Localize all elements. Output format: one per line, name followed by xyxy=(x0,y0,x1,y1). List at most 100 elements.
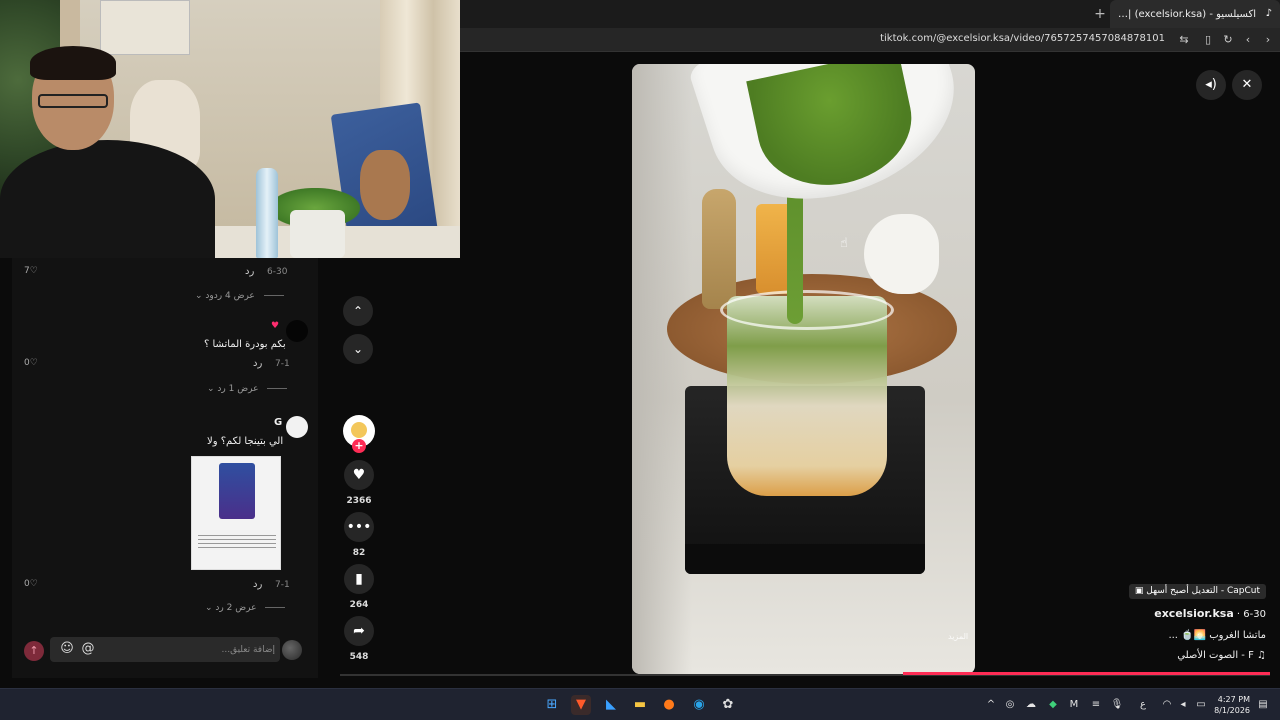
previous-video-button[interactable]: ⌃ xyxy=(343,296,373,326)
save-action[interactable]: ▮ 264 xyxy=(343,564,375,610)
view-replies-button[interactable]: ⌄ عرض 1 رد xyxy=(207,384,288,394)
bookmark-icon[interactable]: ▯ xyxy=(1200,32,1216,48)
reply-button[interactable]: رد xyxy=(245,266,254,277)
video-watermark: المزيد xyxy=(948,632,969,641)
comment-icon[interactable]: ••• xyxy=(344,512,374,542)
browser-toolbar: tiktok.com/@excelsior.ksa/video/76572574… xyxy=(460,28,1280,52)
tab-strip: + ✕ ♪ اكسيلسيو - TikTok | (excelsior.ksa… xyxy=(460,0,1280,28)
back-icon[interactable]: ‹ xyxy=(1240,32,1256,48)
tiktok-logo-icon: ♪ xyxy=(1265,8,1272,19)
address-bar[interactable]: tiktok.com/@excelsior.ksa/video/76572574… xyxy=(880,33,1165,44)
telegram-icon[interactable]: ◉ xyxy=(689,695,709,715)
reply-button[interactable]: رد xyxy=(253,579,262,590)
video-author-line[interactable]: excelsior.ksa · 6-30 xyxy=(1154,607,1266,620)
tray-app-icon[interactable]: ☁ xyxy=(1024,697,1038,713)
author-name[interactable]: excelsior.ksa xyxy=(1154,607,1234,620)
file-explorer-icon[interactable]: ▬ xyxy=(630,695,650,715)
bookmark-icon[interactable]: ▮ xyxy=(344,564,374,594)
clock-time: 4:27 PM xyxy=(1217,695,1250,704)
follow-button[interactable]: + xyxy=(352,439,366,453)
tray-app-icon[interactable]: ◎ xyxy=(1003,697,1017,713)
tab-title: اكسيلسيو - TikTok | (excelsior.ksa) xyxy=(1118,8,1256,20)
clock[interactable]: 4:27 PM 8/1/2026 xyxy=(1214,694,1250,716)
active-tab[interactable]: ♪ اكسيلسيو - TikTok | (excelsior.ksa) xyxy=(1110,0,1280,28)
person-hair xyxy=(30,46,116,80)
like-action[interactable]: ♥ 2366 xyxy=(343,460,375,506)
video-player[interactable]: المزيد xyxy=(632,64,975,674)
comment-author[interactable]: G xyxy=(274,417,282,428)
comment-meta: 6-30 رد xyxy=(245,266,287,277)
microphone-icon[interactable]: 🎙 xyxy=(1110,697,1124,713)
comment-text: الي بتينجا لكم؟ ولا xyxy=(207,436,284,447)
like-count: 2366 xyxy=(346,496,372,506)
wifi-icon[interactable]: ◠ xyxy=(1160,697,1174,713)
matcha-whisk xyxy=(702,189,736,309)
plant-pot xyxy=(290,210,345,258)
reload-icon[interactable]: ↻ xyxy=(1220,32,1236,48)
avatar[interactable] xyxy=(286,320,308,342)
comment-like-button[interactable]: 0♡ xyxy=(24,579,38,589)
volume-icon[interactable]: ◂ xyxy=(1176,697,1190,713)
next-video-button[interactable]: ⌄ xyxy=(343,334,373,364)
view-replies-button[interactable]: ⌄ عرض 2 رد xyxy=(205,603,286,613)
comment-input[interactable] xyxy=(100,637,275,662)
reply-button[interactable]: رد xyxy=(253,358,262,369)
site-settings-icon[interactable]: ⇆ xyxy=(1176,32,1192,48)
notification-icon[interactable]: ▤ xyxy=(1256,697,1270,713)
bag-print xyxy=(360,150,410,220)
video-date: 6-30 xyxy=(1243,609,1266,620)
share-icon[interactable]: ➦ xyxy=(344,616,374,646)
cup-rim xyxy=(720,290,894,330)
save-count: 264 xyxy=(349,600,369,610)
language-indicator[interactable]: ع xyxy=(1136,697,1150,713)
capcut-badge[interactable]: CapCut - التعديل أصبح أسهل ▣ xyxy=(1128,584,1266,599)
comment-box: ☺ @ xyxy=(50,637,280,662)
comment-date: 6-30 xyxy=(267,267,288,277)
emoji-icon[interactable]: ☺ xyxy=(59,641,75,657)
mention-icon[interactable]: @ xyxy=(80,641,96,657)
comment-text: بكم بودرة الماتشا ؟ xyxy=(204,339,286,350)
tray-expand-icon[interactable]: ^ xyxy=(984,697,998,713)
share-count: 548 xyxy=(349,652,369,662)
brave-icon[interactable]: ▼ xyxy=(571,695,591,715)
tray-mail-icon[interactable]: M xyxy=(1067,697,1081,713)
screen: + ✕ ♪ اكسيلسيو - TikTok | (excelsior.ksa… xyxy=(0,0,1280,720)
video-caption[interactable]: ماتشا الغروب 🌅🍵 ... xyxy=(1168,630,1266,641)
comment-action[interactable]: ••• 82 xyxy=(343,512,375,558)
comment-date: 7-1 xyxy=(275,580,290,590)
comment-meta: 7-1 رد xyxy=(253,358,290,369)
share-action[interactable]: ➦ 548 xyxy=(343,616,375,662)
image-caption xyxy=(198,535,276,549)
current-user-avatar[interactable] xyxy=(282,640,302,660)
person-glasses xyxy=(38,94,108,108)
send-comment-button[interactable]: ↑ xyxy=(24,641,44,661)
comment-like-button[interactable]: 0♡ xyxy=(24,358,38,368)
video-shadow xyxy=(632,64,692,674)
hand-cursor-icon: ☝ xyxy=(840,236,848,251)
sound-line[interactable]: ♫ F - الصوت الأصلي xyxy=(1177,650,1266,661)
forward-icon[interactable]: › xyxy=(1260,32,1276,48)
new-tab-button[interactable]: + xyxy=(1092,6,1108,22)
video-progress-bar[interactable] xyxy=(903,672,1270,675)
comment-meta: 7-1 رد xyxy=(253,579,290,590)
tray-security-icon[interactable]: ◆ xyxy=(1046,697,1060,713)
comment-date: 7-1 xyxy=(275,359,290,369)
comment-image[interactable] xyxy=(191,456,281,570)
air-conditioner xyxy=(100,0,190,55)
view-replies-button[interactable]: ⌄ عرض 4 ردود xyxy=(195,291,284,301)
chatgpt-icon[interactable]: ✿ xyxy=(718,695,738,715)
comment-like-button[interactable]: 7♡ xyxy=(24,266,38,276)
mute-icon[interactable]: ◂) xyxy=(1196,70,1226,100)
webcam-overlay xyxy=(0,0,460,258)
vscode-icon[interactable]: ◣ xyxy=(601,695,621,715)
taskbar: ⊞ ▼ ◣ ▬ ● ◉ ✿ ^ ◎ ☁ ◆ M ≡ 🎙 ع ◠ ◂ ▭ 4:27… xyxy=(0,688,1280,720)
battery-icon[interactable]: ▭ xyxy=(1194,697,1208,713)
tray-settings-icon[interactable]: ≡ xyxy=(1089,697,1103,713)
app-icon[interactable]: ● xyxy=(659,695,679,715)
close-icon[interactable]: ✕ xyxy=(1232,70,1262,100)
avatar[interactable] xyxy=(286,416,308,438)
scale-front xyxy=(685,544,925,574)
person-body xyxy=(0,140,215,258)
windows-start-icon[interactable]: ⊞ xyxy=(542,695,562,715)
heart-icon[interactable]: ♥ xyxy=(344,460,374,490)
